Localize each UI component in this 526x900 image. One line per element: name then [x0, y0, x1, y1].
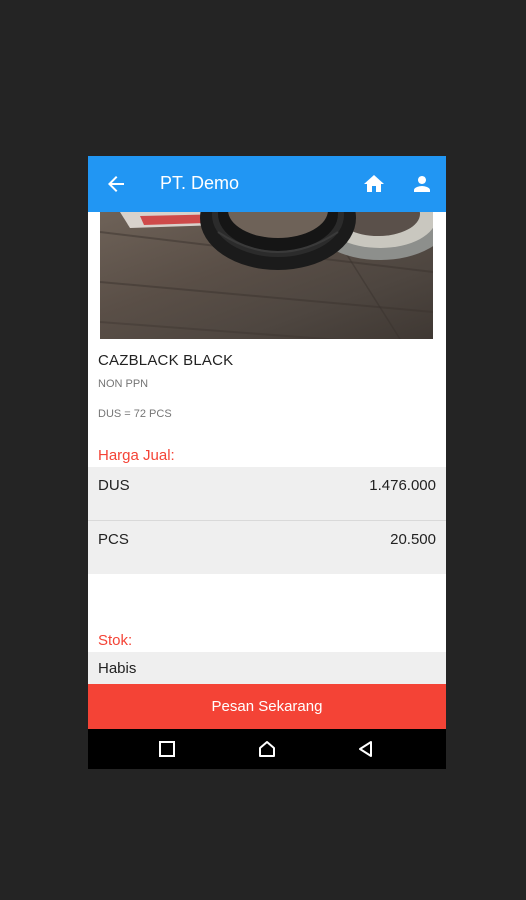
unit-conversion: DUS = 72 PCS	[98, 408, 172, 420]
price-unit: DUS	[98, 477, 130, 494]
product-photo	[100, 212, 433, 339]
stock-section-label: Stok:	[98, 632, 133, 649]
account-icon[interactable]	[410, 172, 434, 196]
price-row-pcs: PCS 20.500	[88, 521, 446, 574]
system-nav-bar	[88, 729, 446, 769]
back-nav-icon[interactable]	[356, 739, 376, 759]
price-value: 20.500	[390, 531, 436, 548]
arrow-back-icon[interactable]	[104, 172, 128, 196]
phone-screen: PT. Demo CAZBLACK BLACK NON PPN DUS = 72…	[88, 156, 446, 769]
recents-icon[interactable]	[157, 739, 177, 759]
stock-row: Habis	[88, 652, 446, 684]
stock-value: Habis	[98, 660, 137, 677]
app-bar: PT. Demo	[88, 156, 446, 212]
price-unit: PCS	[98, 531, 129, 548]
app-title: PT. Demo	[160, 173, 240, 193]
price-value: 1.476.000	[369, 477, 436, 494]
product-detail: CAZBLACK BLACK NON PPN DUS = 72 PCS Harg…	[88, 212, 446, 684]
tax-status: NON PPN	[98, 378, 149, 390]
price-section-label: Harga Jual:	[98, 447, 175, 464]
home-icon[interactable]	[362, 172, 386, 196]
product-name: CAZBLACK BLACK	[98, 352, 234, 369]
home-nav-icon[interactable]	[257, 739, 277, 759]
price-row-dus: DUS 1.476.000	[88, 467, 446, 520]
order-now-button[interactable]: Pesan Sekarang	[88, 684, 446, 729]
